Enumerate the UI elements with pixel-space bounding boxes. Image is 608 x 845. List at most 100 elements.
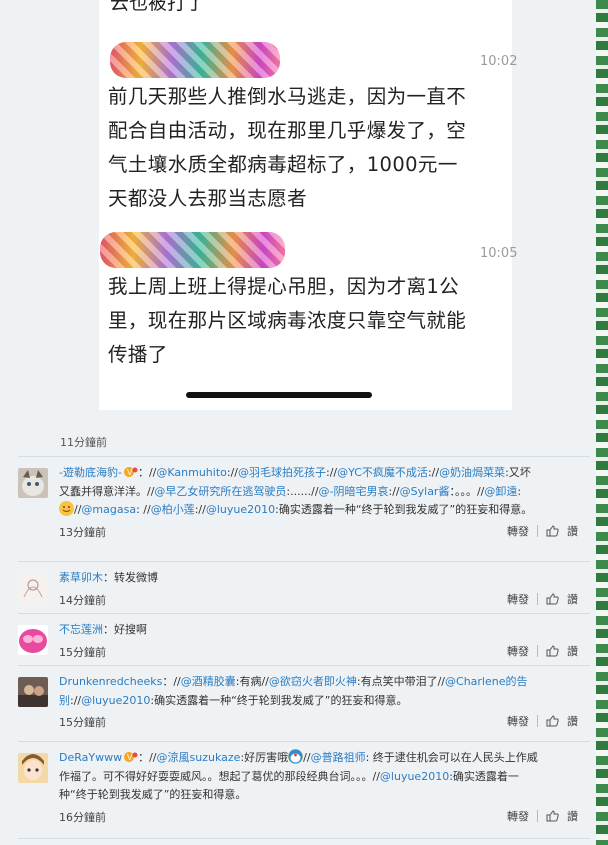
comment-actions: 轉發 讚 [507,713,578,729]
comment-username[interactable]: Drunkenredcheeks [59,675,162,688]
pink-face-avatar[interactable] [18,625,48,655]
comment-fragment: :// [326,466,338,479]
photo-avatar[interactable] [18,677,48,707]
action-divider [537,809,538,822]
comment-line: DeRaYwww V ：//@涼風suzukaze:好厉害哦 //@普路祖师: 终于逮… [59,749,587,768]
thumbs-up-icon[interactable] [546,524,559,537]
comment-fragment: 又蠢并得意洋洋。// [59,484,155,498]
thumbs-up-icon[interactable] [546,809,559,822]
comment-fragment: :// [70,693,82,707]
comment-fragment: :确实透露着一种“终于轮到我发威了”的狂妄和得意。 [275,503,533,516]
mention-link[interactable]: @普路祖师 [311,751,366,764]
repost-button[interactable]: 轉發 [507,591,529,607]
comment-fragment: ：// [162,675,181,688]
redacted-nickname-1 [110,42,280,78]
like-button[interactable]: 讚 [567,523,578,539]
mention-link[interactable]: @早乙女研究所在逃驾驶员 [154,485,286,498]
comment-actions: 轉發 讚 [507,523,578,539]
comment-text: 素草卯木：转发微博 [59,569,587,588]
comment-timestamp: 13分鐘前 [59,525,106,539]
comment-fragment: :有病// [235,675,269,688]
thumbs-up-icon[interactable] [546,715,559,727]
message-2: 我上周上班上得提心吊胆，因为才离1公 里，现在那片区域病毒浓度只靠空气就能 传播… [108,270,518,372]
comment-text: DeRaYwww V ：//@涼風suzukaze:好厉害哦 //@普路祖师: 终于逮… [59,749,587,805]
repost-button[interactable]: 轉發 [507,643,529,659]
comment-fragment: :有点笑中带泪了// [356,675,446,688]
mention-link[interactable]: @Kanmuhito [156,466,227,479]
like-button[interactable]: 讚 [567,643,578,659]
svg-text:V: V [127,753,133,762]
mention-link[interactable]: 别 [59,694,70,707]
comment-fragment: : // [136,503,151,516]
comment-fragment: :好厉害哦 [240,751,289,764]
comment-username[interactable]: 素草卯木 [59,571,103,584]
repost-button[interactable]: 轉發 [507,808,529,824]
cat-avatar[interactable] [18,468,48,498]
mention-link[interactable]: @羽毛球拍死孩子 [238,466,326,479]
mention-link[interactable]: @奶油焗菜菜 [439,466,505,479]
comment-fragment: :// [427,466,440,479]
comment-timestamp: 15分鐘前 [59,716,106,729]
comment-username[interactable]: -遊勒底海豹- [59,466,122,479]
comment-line: 别://@luyue2010:确实透露着一种“终于轮到我发威了”的狂妄和得意。 [59,692,587,711]
comment-fragment: :......// [286,484,319,498]
mention-link[interactable]: @欲窃火者即火神 [269,675,357,688]
mention-link[interactable]: @luyue2010 [206,503,275,516]
message-2-line: 传播了 [108,343,168,366]
mention-link[interactable]: @涼風suzukaze [157,751,241,764]
comment-fragment: :// [226,466,238,479]
comment-timestamp: 15分鐘前 [59,645,106,659]
comment-fragment: ：// [137,466,157,479]
comment-text: Drunkenredcheeks：//@酒精胶囊:有病//@欲窃火者即火神:有点… [59,673,587,710]
like-button[interactable]: 讚 [567,808,578,824]
comment-separator [18,456,590,457]
mention-link[interactable]: @Sylar酱 [400,485,450,498]
comment-fragment: ：。。。// [449,484,485,498]
comment-item: DeRaYwww V ：//@涼風suzukaze:好厉害哦 //@普路祖师: 终于逮… [18,743,600,833]
comment-fragment: :又坏 [505,466,531,479]
anime-avatar[interactable] [18,753,48,783]
repost-button[interactable]: 轉發 [507,713,529,729]
sketch-avatar[interactable] [18,573,48,603]
mention-link[interactable]: @柏小莲 [151,503,195,516]
comment-username[interactable]: 不忘莲洲 [59,623,103,636]
mention-link[interactable]: @magasa [81,503,136,516]
mention-link[interactable]: @Charlene的告 [445,675,527,688]
like-button[interactable]: 讚 [567,713,578,729]
comment-actions: 轉發 讚 [507,591,578,607]
message-partial: 云也被打了 [110,0,206,14]
comment-line: 又蠢并得意洋洋。//@早乙女研究所在逃驾驶员:......//@-阴暗宅男哀:/… [59,483,587,502]
like-button[interactable]: 讚 [567,591,578,607]
comment-fragment: ：// [138,751,157,764]
comment-item: -遊勒底海豹- V ：//@Kanmuhito://@羽毛球拍死孩子://@YC不疯… [18,458,600,548]
comment-line: -遊勒底海豹- V ：//@Kanmuhito://@羽毛球拍死孩子://@YC不疯… [59,464,587,483]
comment-username[interactable]: DeRaYwww [59,751,122,764]
comment-timestamp: 14分鐘前 [59,593,106,607]
smile-emoji-icon [59,501,74,516]
mention-link[interactable]: @YC不疯魔不成活 [337,466,428,479]
comment-text: -遊勒底海豹- V ：//@Kanmuhito://@羽毛球拍死孩子://@YC不疯… [59,464,587,520]
mention-link[interactable]: @酒精胶囊 [181,675,236,688]
mention-link[interactable]: @luyue2010 [380,770,449,783]
mention-link[interactable]: @-阴暗宅男哀 [319,485,389,498]
repost-button[interactable]: 轉發 [507,523,529,539]
comment-fragment: :确实透露着一种“终于轮到我发威了”的狂妄和得意。 [150,693,408,707]
comment-line: 素草卯木：转发微博 [59,569,587,588]
mention-link[interactable]: @卸遠 [484,485,517,498]
message-1-line: 前几天那些人推倒水马逃走，因为一直不 [108,85,467,108]
message-time-1: 10:02 [480,54,518,69]
message-1-line: 天都没人去那当志愿者 [108,187,308,210]
thumbs-up-icon[interactable] [546,592,559,605]
redacted-nickname-2 [100,232,285,268]
message-2-line: 我上周上班上得提心吊胆，因为才离1公 [108,275,460,298]
comment-line: Drunkenredcheeks：//@酒精胶囊:有病//@欲窃火者即火神:有点… [59,673,587,692]
comment-line: 作福了。可不得好好耍耍威风。。想起了葛优的那段经典台词。。。//@luyue20… [59,768,587,787]
comment-actions: 轉發 讚 [507,808,578,824]
comment-fragment: :确实透露着一 [449,769,519,783]
thumbs-up-icon[interactable] [546,644,559,657]
comment-fragment: :// [388,484,400,498]
action-divider [537,592,538,605]
comment-fragment: : 终于逮住机会可以在人民头上作威 [365,751,538,764]
mention-link[interactable]: @luyue2010 [81,694,150,707]
action-divider [537,715,538,727]
